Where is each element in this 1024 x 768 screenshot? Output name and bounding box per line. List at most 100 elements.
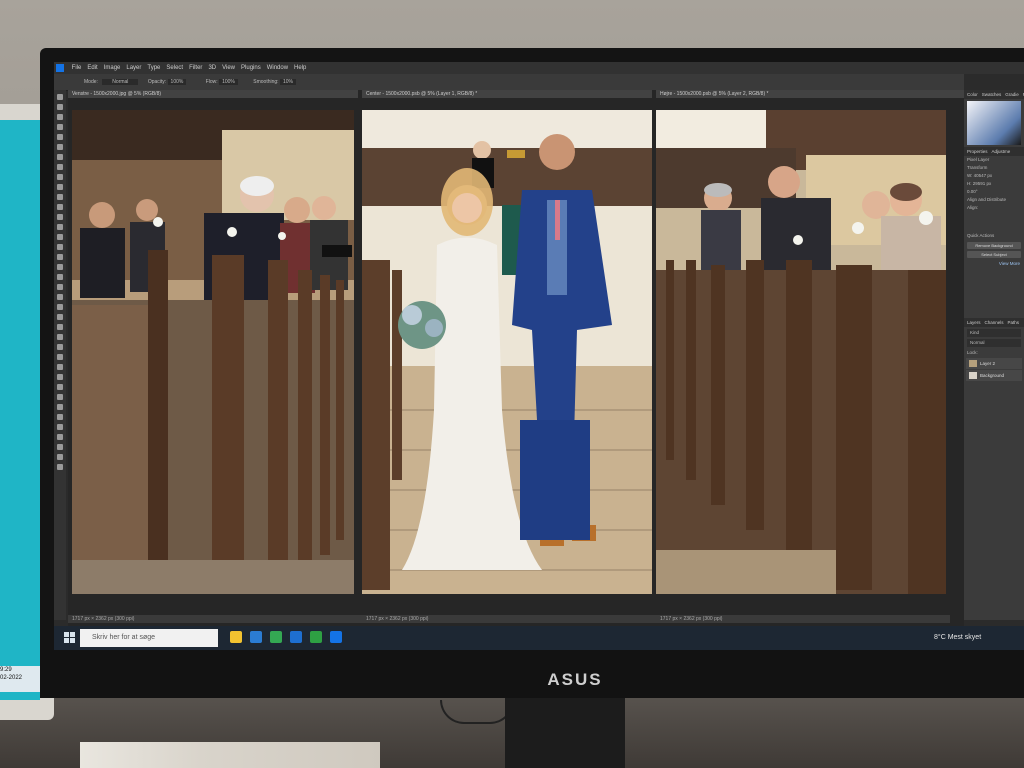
taskbar-app-icon[interactable] <box>310 631 322 643</box>
tool-icon[interactable] <box>57 274 63 280</box>
color-tab[interactable]: Swatches <box>982 92 1002 97</box>
tool-icon[interactable] <box>57 244 63 250</box>
properties-panel-tabs[interactable]: Properties Adjustme <box>964 147 1024 156</box>
tool-icon[interactable] <box>57 404 63 410</box>
tool-icon[interactable] <box>57 414 63 420</box>
properties-tab[interactable]: Properties <box>967 149 988 154</box>
menu-item-file[interactable]: File <box>72 65 82 71</box>
layer-thumbnail <box>969 372 977 379</box>
tool-icon[interactable] <box>57 234 63 240</box>
tool-icon[interactable] <box>57 124 63 130</box>
tool-icon[interactable] <box>57 114 63 120</box>
tool-icon[interactable] <box>57 304 63 310</box>
tool-icon[interactable] <box>57 104 63 110</box>
tool-icon[interactable] <box>57 164 63 170</box>
taskbar-app-icon[interactable] <box>230 631 242 643</box>
tool-icon[interactable] <box>57 144 63 150</box>
select-subject-button[interactable]: Select Subject <box>967 251 1021 258</box>
opacity-field[interactable]: 100% <box>167 79 187 85</box>
windows-start-icon[interactable] <box>64 632 76 644</box>
tool-icon[interactable] <box>57 214 63 220</box>
tool-icon[interactable] <box>57 444 63 450</box>
status-right: 1717 px × 2362 px (300 ppi) <box>656 615 950 623</box>
tool-icon[interactable] <box>57 324 63 330</box>
menu-item-filter[interactable]: Filter <box>189 65 202 71</box>
layers-tab[interactable]: Channels <box>985 320 1004 325</box>
menu-item-type[interactable]: Type <box>147 65 160 71</box>
tool-icon[interactable] <box>57 224 63 230</box>
tool-icon[interactable] <box>57 204 63 210</box>
menu-item-plugins[interactable]: Plugins <box>241 65 261 71</box>
lock-label: Lock: <box>967 350 978 355</box>
options-bar: Mode: Normal Opacity: 100% Flow: 100% Sm… <box>54 74 964 91</box>
color-picker-field[interactable] <box>967 101 1021 145</box>
doc-tab-center[interactable]: Center - 1500x2000.psb @ 5% (Layer 1, RG… <box>362 90 652 98</box>
tool-icon[interactable] <box>57 334 63 340</box>
tool-icon[interactable] <box>57 434 63 440</box>
tool-icon[interactable] <box>57 174 63 180</box>
tool-icon[interactable] <box>57 154 63 160</box>
tool-icon[interactable] <box>57 94 63 100</box>
photo-center-image <box>362 110 652 594</box>
layer-name: Layer 2 <box>980 361 996 366</box>
height-field[interactable]: H: 29591 px <box>964 180 1024 188</box>
color-panel-tabs[interactable]: ColorSwatchesGradiePatter <box>964 90 1024 99</box>
windows-taskbar: Skriv her for at søge 8°C Mest skyet <box>54 626 1024 650</box>
angle-field[interactable]: 0.00° <box>964 188 1024 196</box>
tool-icon[interactable] <box>57 134 63 140</box>
blend-mode-select[interactable]: Normal <box>967 339 1021 347</box>
tool-icon[interactable] <box>57 284 63 290</box>
color-tab[interactable]: Gradie <box>1005 92 1019 97</box>
tool-icon[interactable] <box>57 354 63 360</box>
menu-item-edit[interactable]: Edit <box>87 65 97 71</box>
document-left: Venstre - 1500x2000.jpg @ 5% (RGB/8) 171… <box>68 90 362 626</box>
tool-icon[interactable] <box>57 464 63 470</box>
tool-icon[interactable] <box>57 294 63 300</box>
tool-icon[interactable] <box>57 194 63 200</box>
color-tab[interactable]: Color <box>967 92 978 97</box>
taskbar-app-icon[interactable] <box>330 631 342 643</box>
menu-item-layer[interactable]: Layer <box>126 65 141 71</box>
flow-field[interactable]: 100% <box>219 79 238 85</box>
taskbar-app-icon[interactable] <box>270 631 282 643</box>
screen: File Edit Image Layer Type Select Filter 3D View… <box>54 62 1024 650</box>
view-more-link[interactable]: View More <box>964 260 1024 268</box>
layer-name: Background <box>980 373 1005 378</box>
layers-tab[interactable]: Layers <box>967 320 981 325</box>
tool-icon[interactable] <box>57 264 63 270</box>
taskbar-app-icon[interactable] <box>250 631 262 643</box>
tool-icon[interactable] <box>57 314 63 320</box>
doc-tab-left[interactable]: Venstre - 1500x2000.jpg @ 5% (RGB/8) <box>68 90 358 98</box>
tool-icon[interactable] <box>57 364 63 370</box>
system-tray-weather[interactable]: 8°C Mest skyet <box>934 626 1024 650</box>
menu-item-3d[interactable]: 3D <box>208 65 216 71</box>
layer-row[interactable]: Background <box>966 370 1022 381</box>
menu-bar: File Edit Image Layer Type Select Filter 3D View… <box>54 62 1024 74</box>
tool-icon[interactable] <box>57 394 63 400</box>
layer-kind-filter[interactable]: Kind <box>967 329 1021 337</box>
layer-row[interactable]: Layer 2 <box>966 358 1022 369</box>
menu-item-select[interactable]: Select <box>166 65 183 71</box>
menu-item-help[interactable]: Help <box>294 65 306 71</box>
tool-icon[interactable] <box>57 374 63 380</box>
mode-select[interactable]: Normal <box>102 79 139 85</box>
document-right: Højre - 1500x2000.psb @ 5% (Layer 2, RGB… <box>656 90 964 626</box>
tool-icon[interactable] <box>57 344 63 350</box>
layers-panel-tabs[interactable]: Layers Channels Paths <box>964 318 1024 327</box>
tool-icon[interactable] <box>57 454 63 460</box>
taskbar-search-input[interactable]: Skriv her for at søge <box>80 629 218 647</box>
taskbar-app-icon[interactable] <box>290 631 302 643</box>
menu-item-window[interactable]: Window <box>267 65 288 71</box>
remove-background-button[interactable]: Remove Background <box>967 242 1021 249</box>
properties-tab[interactable]: Adjustme <box>992 149 1011 154</box>
width-field[interactable]: W: 40547 px <box>964 172 1024 180</box>
doc-tab-right[interactable]: Højre - 1500x2000.psb @ 5% (Layer 2, RGB… <box>656 90 964 98</box>
tool-icon[interactable] <box>57 424 63 430</box>
tool-icon[interactable] <box>57 254 63 260</box>
tool-icon[interactable] <box>57 384 63 390</box>
menu-item-image[interactable]: Image <box>104 65 121 71</box>
menu-item-view[interactable]: View <box>222 65 235 71</box>
tool-icon[interactable] <box>57 184 63 190</box>
smoothing-field[interactable]: 10% <box>279 79 296 85</box>
layers-tab[interactable]: Paths <box>1008 320 1020 325</box>
